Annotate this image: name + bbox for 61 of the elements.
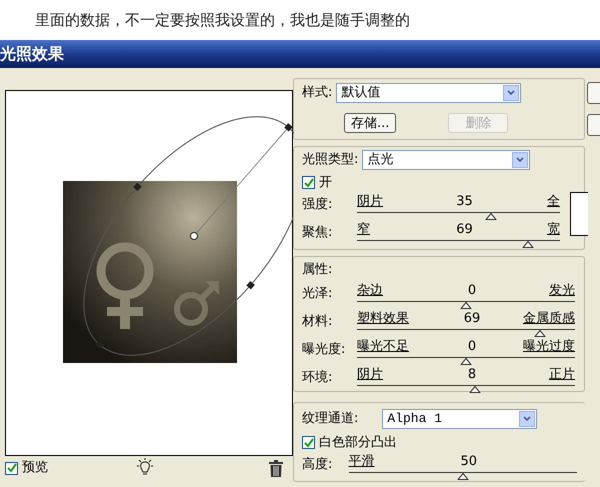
dropdown[interactable]: Alpha 1 bbox=[382, 409, 538, 429]
dropdown[interactable]: 点光 bbox=[362, 150, 530, 170]
slider-label: 材料: bbox=[302, 313, 334, 331]
slider-thumb[interactable] bbox=[469, 386, 480, 393]
slider-max-label: 发光 bbox=[549, 282, 575, 300]
style-label: 样式: bbox=[302, 84, 332, 102]
checkbox[interactable] bbox=[302, 176, 315, 190]
caption-text: 里面的数据，不一定要按照我设置的，我也是随手调整的 bbox=[35, 10, 410, 31]
slider-track[interactable] bbox=[357, 385, 575, 393]
properties-label: 属性: bbox=[302, 261, 334, 279]
slider-value: 50 bbox=[459, 452, 478, 470]
chevron-down-icon bbox=[519, 411, 536, 427]
slider-label: 环境: bbox=[302, 369, 334, 387]
light-type-label: 光照类型: bbox=[302, 151, 358, 170]
light-color-swatch[interactable] bbox=[570, 192, 588, 236]
checkbox[interactable] bbox=[5, 462, 18, 474]
trash-icon[interactable] bbox=[269, 460, 283, 476]
slider-min-label: 阴片 bbox=[357, 192, 383, 210]
checkbox-label: 预览 bbox=[22, 459, 48, 478]
dialog-button[interactable]: 存储... bbox=[344, 113, 396, 133]
checkbox[interactable] bbox=[302, 436, 315, 450]
slider-max-label: 全 bbox=[547, 192, 560, 210]
slider-track[interactable] bbox=[357, 212, 560, 220]
slider-label: 光泽: bbox=[302, 285, 334, 303]
slider-track[interactable] bbox=[357, 357, 575, 365]
chevron-down-icon bbox=[503, 85, 520, 101]
checkbox-label: 白色部分凸出 bbox=[319, 434, 397, 452]
slider-value: 0 bbox=[466, 338, 476, 356]
slider-value: 0 bbox=[466, 282, 476, 300]
slider-label: 聚焦: bbox=[302, 224, 334, 242]
slider-track[interactable] bbox=[357, 240, 560, 248]
slider-min-label: 窄 bbox=[357, 220, 370, 238]
slider-track[interactable] bbox=[357, 301, 575, 309]
slider-max-label: 曝光过度 bbox=[523, 338, 575, 356]
slider-value: 8 bbox=[466, 366, 476, 384]
slider-label: 曝光度: bbox=[302, 341, 346, 359]
slider-min-label: 阴片 bbox=[357, 366, 383, 384]
slider-thumb[interactable] bbox=[457, 472, 468, 480]
texture-channel-label: 纹理通道: bbox=[302, 410, 358, 428]
chevron-down-icon bbox=[512, 152, 528, 168]
slider-min-label: 杂边 bbox=[357, 282, 383, 300]
slider-thumb[interactable] bbox=[460, 302, 472, 309]
slider-max-label: 金属质感 bbox=[523, 310, 575, 328]
slider-thumb[interactable] bbox=[460, 358, 472, 365]
slider-track[interactable] bbox=[357, 329, 575, 337]
slider-max-label: 正片 bbox=[549, 366, 575, 384]
slider-track[interactable] bbox=[348, 472, 577, 480]
slider-thumb[interactable] bbox=[534, 330, 546, 337]
slider-min-label: 塑料效果 bbox=[357, 310, 409, 328]
slider-label: 强度: bbox=[302, 196, 334, 214]
slider-thumb[interactable] bbox=[522, 240, 534, 248]
slider-label: 高度: bbox=[302, 456, 334, 474]
dropdown[interactable]: 默认值 bbox=[336, 83, 522, 103]
slider-value: 69 bbox=[462, 310, 480, 328]
slider-min-label: 平滑 bbox=[348, 452, 375, 470]
checkbox-label: 开 bbox=[319, 174, 332, 192]
slider-value: 35 bbox=[455, 192, 473, 210]
slider-min-label: 曝光不足 bbox=[357, 338, 409, 356]
slider-value: 69 bbox=[455, 220, 473, 238]
slider-thumb[interactable] bbox=[485, 212, 496, 220]
slider-max-label: 宽 bbox=[547, 220, 560, 238]
